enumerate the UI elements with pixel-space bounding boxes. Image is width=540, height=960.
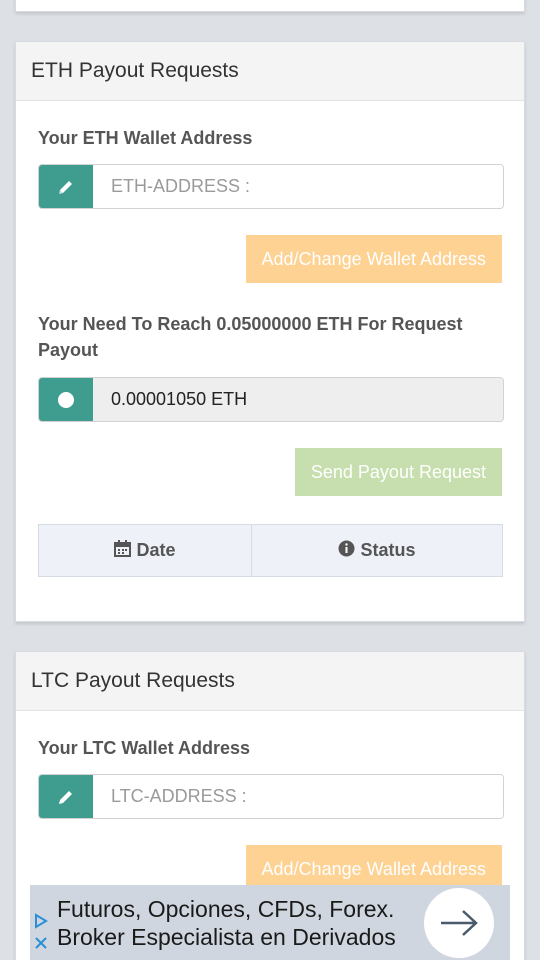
calendar-icon bbox=[114, 539, 132, 562]
pencil-icon bbox=[39, 775, 93, 818]
circle-icon bbox=[39, 378, 93, 421]
send-payout-request-button[interactable]: Send Payout Request bbox=[294, 448, 502, 496]
status-header-label: Status bbox=[360, 540, 416, 560]
eth-card-title: ETH Payout Requests bbox=[16, 42, 524, 101]
payout-table-header: Date Status bbox=[38, 524, 503, 577]
eth-reach-text: Your Need To Reach 0.05000000 ETH For Re… bbox=[38, 314, 463, 360]
pencil-icon bbox=[39, 165, 93, 208]
ad-line-1: Futuros, Opciones, CFDs, Forex. bbox=[57, 895, 395, 922]
ad-banner[interactable]: Futuros, Opciones, CFDs, Forex. Broker E… bbox=[30, 885, 510, 960]
eth-wallet-input[interactable] bbox=[93, 165, 503, 208]
eth-balance-input-group: 0.00001050 ETH bbox=[38, 377, 504, 422]
ad-line-2: Broker Especialista en Derivados bbox=[57, 923, 396, 950]
info-circle-icon bbox=[338, 540, 355, 562]
previous-card bbox=[15, 0, 525, 12]
adchoices-icon[interactable] bbox=[33, 913, 49, 934]
date-header-label: Date bbox=[136, 540, 176, 560]
ltc-card-title: LTC Payout Requests bbox=[16, 652, 524, 711]
eth-wallet-label: Your ETH Wallet Address bbox=[38, 128, 253, 148]
eth-add-wallet-button[interactable]: Add/Change Wallet Address bbox=[245, 235, 502, 283]
ltc-wallet-input-group bbox=[38, 774, 504, 819]
ltc-wallet-input[interactable] bbox=[93, 775, 503, 818]
eth-payout-card: ETH Payout Requests Your ETH Wallet Addr… bbox=[15, 41, 525, 622]
ad-icons bbox=[30, 913, 52, 955]
status-column-header: Status bbox=[252, 525, 502, 576]
ad-text: Futuros, Opciones, CFDs, Forex. Broker E… bbox=[30, 895, 424, 951]
eth-wallet-input-group bbox=[38, 164, 504, 209]
date-column-header: Date bbox=[39, 525, 252, 576]
eth-balance-field: 0.00001050 ETH bbox=[93, 378, 503, 421]
ltc-wallet-label: Your LTC Wallet Address bbox=[38, 738, 251, 758]
close-icon[interactable] bbox=[34, 936, 48, 955]
arrow-right-icon[interactable] bbox=[424, 887, 494, 958]
